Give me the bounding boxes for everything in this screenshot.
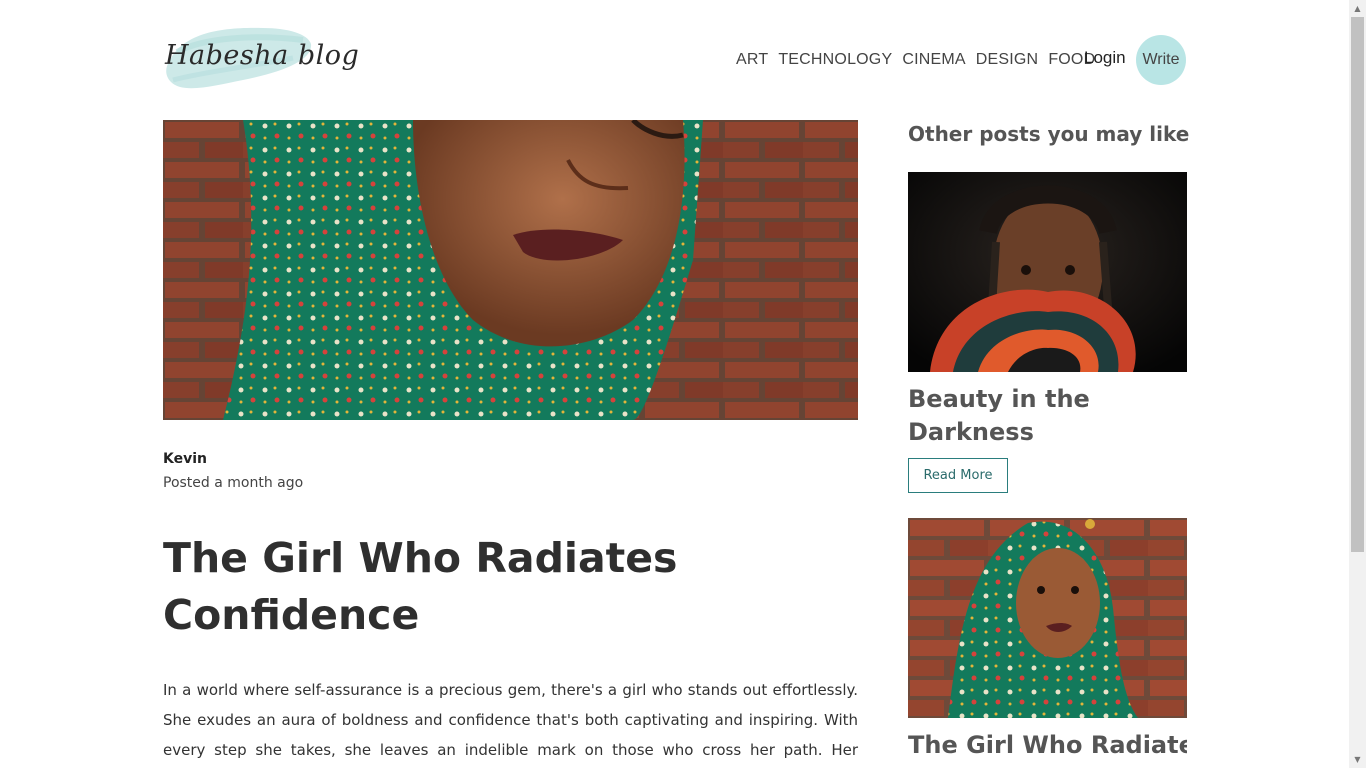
post-author: Kevin <box>163 451 207 467</box>
nav-item-technology[interactable]: TECHNOLOGY <box>778 51 892 69</box>
sidebar-post-image[interactable] <box>908 518 1187 718</box>
logo-text: Habesha blog <box>165 40 360 71</box>
sidebar-heading: Other posts you may like <box>908 122 1190 146</box>
vertical-scrollbar[interactable]: ▲ ▼ <box>1349 0 1366 768</box>
scroll-thumb[interactable] <box>1351 17 1364 552</box>
main-nav: ART TECHNOLOGY CINEMA DESIGN FOOD <box>736 48 1105 72</box>
scroll-down-icon[interactable]: ▼ <box>1349 751 1366 768</box>
post-title: The Girl Who Radiates Confidence <box>163 534 678 639</box>
post-body: In a world where self-assurance is a pre… <box>163 681 858 759</box>
post-hero-image <box>163 120 858 420</box>
nav-item-design[interactable]: DESIGN <box>976 51 1039 69</box>
post-date: Posted a month ago <box>163 475 304 491</box>
scroll-up-icon[interactable]: ▲ <box>1349 0 1366 17</box>
sidebar-post-title[interactable]: The Girl Who Radiates Confidence <box>908 729 1187 762</box>
nav-item-art[interactable]: ART <box>736 51 768 69</box>
read-more-button[interactable]: Read More <box>908 458 1008 493</box>
login-link[interactable]: Login <box>1084 48 1126 68</box>
page: Habesha blog ART TECHNOLOGY CINEMA DESIG… <box>0 0 1349 768</box>
site-logo[interactable]: Habesha blog <box>163 22 359 94</box>
write-button[interactable]: Write <box>1136 35 1186 85</box>
nav-item-cinema[interactable]: CINEMA <box>902 51 965 69</box>
sidebar-post-image[interactable] <box>908 172 1187 372</box>
sidebar-post-title[interactable]: Beauty in the Darkness <box>908 383 1187 449</box>
